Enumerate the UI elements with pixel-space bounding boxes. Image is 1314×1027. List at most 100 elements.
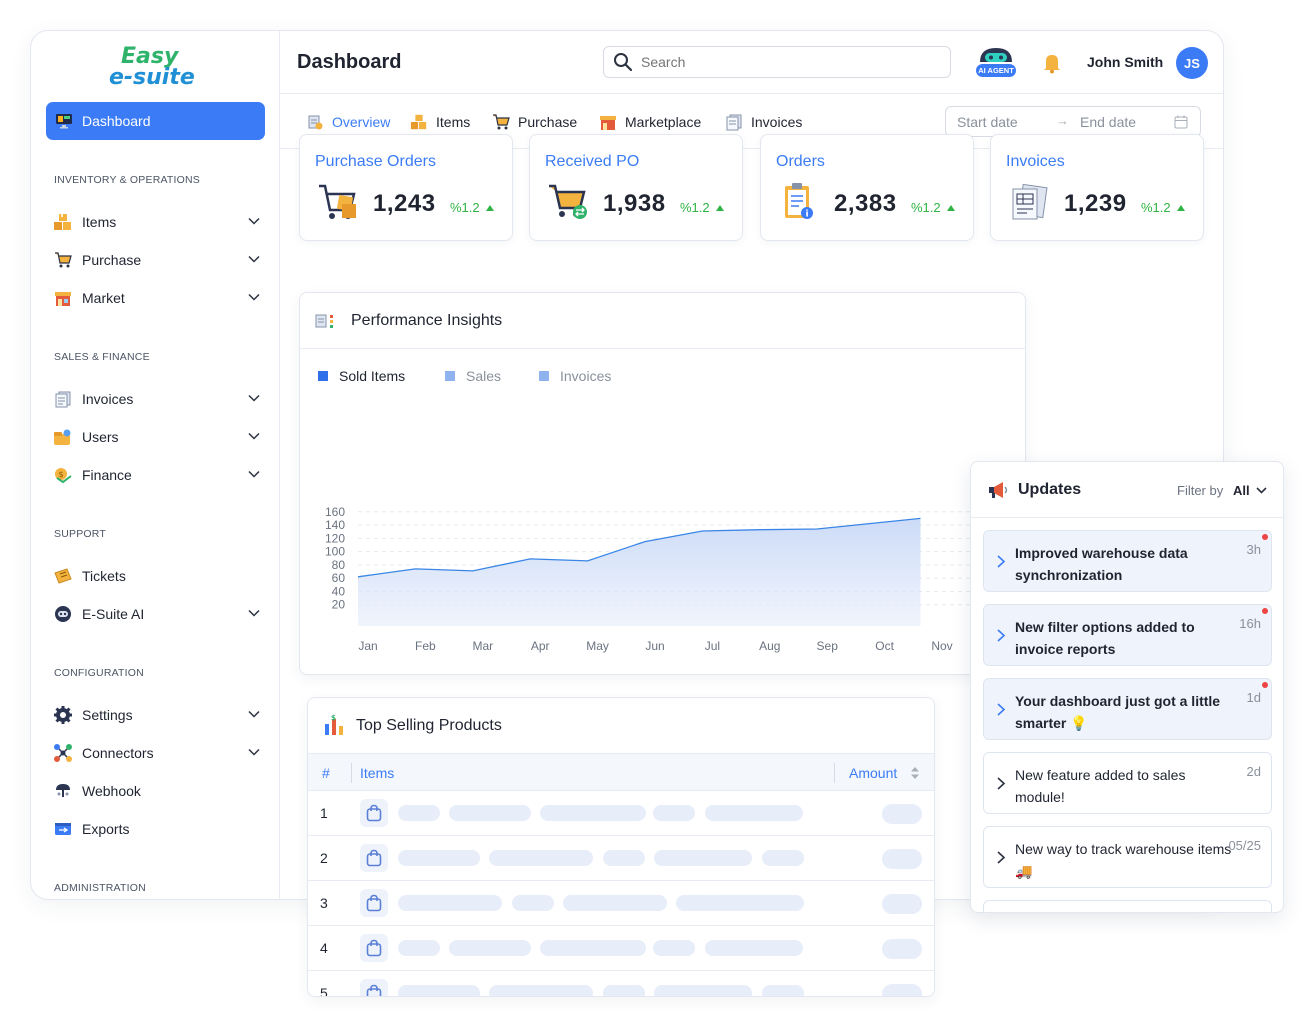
column-header-amount[interactable]: Amount [849, 765, 897, 781]
bar-chart-icon: $ [325, 714, 343, 735]
update-item[interactable] [983, 900, 1272, 912]
sidebar-item-connectors[interactable]: Connectors [53, 741, 261, 765]
update-item[interactable]: Your dashboard just got a little smarter… [983, 678, 1272, 740]
robot-icon [53, 604, 73, 624]
svg-text:i: i [806, 210, 809, 220]
update-item[interactable]: New filter options added to invoice repo… [983, 604, 1272, 666]
top-header: Dashboard AI AGENT John Smith JS [280, 31, 1223, 94]
search-box[interactable] [603, 46, 951, 78]
overview-icon [306, 113, 324, 131]
update-item[interactable]: Improved warehouse data synchronization 3… [983, 530, 1272, 592]
y-tick-label: 20 [332, 598, 346, 612]
update-text: New filter options added to invoice repo… [1015, 619, 1195, 657]
purchase-cart-icon [319, 184, 356, 219]
tab-invoices[interactable]: Invoices [725, 111, 802, 133]
legend-item-sold-items[interactable]: Sold Items [318, 368, 405, 384]
loading-placeholder [563, 895, 667, 911]
update-item[interactable]: New way to track warehouse items 🚚 05/25 [983, 826, 1272, 888]
shopping-bag-icon [360, 889, 388, 917]
stat-value: 1,239 [1064, 190, 1127, 217]
table-row[interactable]: 2 [308, 836, 934, 881]
tab-purchase[interactable]: Purchase [492, 111, 577, 133]
filter-dropdown[interactable]: All [1233, 483, 1250, 498]
sidebar-item-purchase[interactable]: Purchase [53, 248, 261, 272]
chevron-down-icon[interactable] [247, 252, 261, 266]
x-tick-label: Mar [472, 639, 493, 653]
chevron-down-icon[interactable] [1255, 484, 1268, 497]
sidebar-item-settings[interactable]: Settings [53, 703, 261, 727]
boxes-icon [53, 212, 73, 232]
ai-agent-button[interactable]: AI AGENT [974, 44, 1018, 80]
tab-items[interactable]: Items [410, 111, 470, 133]
stat-card-purchase-orders[interactable]: Purchase Orders 1,243 %1.2 [299, 134, 513, 241]
user-name[interactable]: John Smith [1087, 54, 1163, 70]
avatar[interactable]: JS [1176, 47, 1208, 79]
sidebar-item-finance[interactable]: $ Finance [53, 463, 261, 487]
sidebar-item-market[interactable]: Market [53, 286, 261, 310]
sidebar-item-tickets[interactable]: Tickets [53, 564, 261, 588]
chevron-down-icon[interactable] [247, 467, 261, 481]
chevron-down-icon[interactable] [247, 391, 261, 405]
legend-item-invoices[interactable]: Invoices [539, 368, 611, 384]
trend-up-icon [716, 205, 724, 211]
chevron-down-icon[interactable] [247, 707, 261, 721]
calendar-icon[interactable] [1174, 115, 1188, 129]
date-range-picker[interactable]: Start date → End date [945, 106, 1201, 137]
table-row[interactable]: 4 [308, 926, 934, 971]
legend-item-sales[interactable]: Sales [445, 368, 501, 384]
chevron-down-icon[interactable] [247, 290, 261, 304]
x-tick-label: Aug [759, 639, 780, 653]
sidebar-item-webhook[interactable]: Webhook [53, 779, 261, 803]
easy-esuite-logo[interactable]: Easy e-suite [107, 41, 205, 87]
sidebar-item-esuite-ai[interactable]: E-Suite AI [53, 602, 261, 626]
loading-placeholder [398, 850, 480, 866]
chevron-right-icon [997, 629, 1006, 642]
table-row[interactable]: 3 [308, 881, 934, 926]
x-tick-label: Apr [531, 639, 550, 653]
table-row[interactable]: 5 [308, 971, 934, 996]
bell-icon[interactable] [1042, 52, 1062, 74]
gear-icon [53, 705, 73, 725]
stat-title: Received PO [545, 153, 640, 170]
invoice-stack-icon [1012, 183, 1048, 220]
trend-up-icon [1177, 205, 1185, 211]
monitor-icon [54, 111, 74, 131]
search-input[interactable] [641, 54, 921, 70]
loading-placeholder [603, 985, 645, 996]
stat-card-orders[interactable]: Orders i 2,383 %1.2 [760, 134, 974, 241]
chevron-down-icon[interactable] [247, 745, 261, 759]
received-cart-icon [549, 184, 587, 219]
start-date-input[interactable]: Start date [957, 114, 1018, 130]
cart-icon [53, 250, 73, 270]
tab-marketplace[interactable]: Marketplace [599, 111, 701, 133]
loading-placeholder [653, 940, 695, 956]
loading-placeholder [512, 895, 554, 911]
loading-placeholder [540, 940, 646, 956]
stat-delta: %1.2 [680, 200, 710, 215]
chevron-down-icon[interactable] [247, 214, 261, 228]
stat-card-received-po[interactable]: Received PO 1,938 %1.2 [529, 134, 743, 241]
section-title-inventory: INVENTORY & OPERATIONS [54, 174, 200, 186]
sidebar-item-label: Dashboard [82, 113, 151, 129]
loading-placeholder [398, 940, 440, 956]
end-date-input[interactable]: End date [1080, 114, 1136, 130]
loading-placeholder [603, 850, 645, 866]
sort-icon[interactable] [910, 766, 920, 780]
loading-placeholder [398, 895, 502, 911]
clipboard-icon: i [785, 183, 813, 220]
update-item[interactable]: New feature added to sales module! 2d [983, 752, 1272, 814]
stat-card-invoices[interactable]: Invoices 1,239 %1.2 [990, 134, 1204, 241]
table-row[interactable]: 1 [308, 791, 934, 836]
loading-placeholder [705, 805, 803, 821]
x-tick-label: Jun [645, 639, 664, 653]
sidebar-item-exports[interactable]: Exports [53, 817, 261, 841]
sidebar-item-users[interactable]: Users [53, 425, 261, 449]
sidebar-item-dashboard[interactable]: Dashboard [46, 102, 265, 140]
chevron-down-icon[interactable] [247, 606, 261, 620]
amount-placeholder [882, 984, 922, 996]
loading-placeholder [540, 805, 646, 821]
chevron-down-icon[interactable] [247, 429, 261, 443]
sidebar-item-invoices[interactable]: Invoices [53, 387, 261, 411]
sidebar-item-items[interactable]: Items [53, 210, 261, 234]
tab-overview[interactable]: Overview [306, 111, 390, 133]
